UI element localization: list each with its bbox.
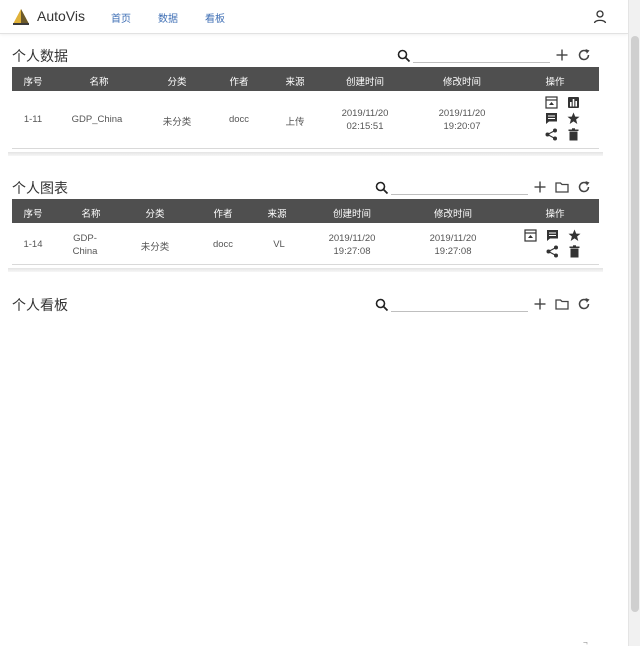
col-header: 修改时间 <box>433 209 472 220</box>
cell-category: 未分类 <box>140 242 170 253</box>
dashboard-section: 个人看板 <box>8 291 603 321</box>
col-header: 来源 <box>285 77 305 88</box>
dashboard-search-input[interactable] <box>391 298 528 312</box>
cell-created-date: 2019/11/20 <box>328 233 376 244</box>
col-header: 创建时间 <box>345 77 384 88</box>
star-icon[interactable] <box>567 112 580 125</box>
col-header: 操作 <box>545 77 565 88</box>
chart-search-input[interactable] <box>391 181 528 195</box>
refresh-icon[interactable] <box>577 297 591 311</box>
corner-mark: ¬ <box>583 638 588 646</box>
cell-created: 2019/11/20 19:27:08 <box>317 232 387 258</box>
col-header: 来源 <box>267 209 287 220</box>
page-scrollbar[interactable] <box>628 0 640 646</box>
star-icon[interactable] <box>568 229 581 242</box>
section-divider <box>8 152 603 156</box>
delete-icon[interactable] <box>567 128 580 141</box>
cell-name-line: China <box>72 246 98 257</box>
col-header: 名称 <box>89 77 109 88</box>
table-row[interactable]: 1-14 GDP- China 未分类 docc VL 2019/11/20 1… <box>12 223 599 265</box>
cell-created-time: 02:15:51 <box>346 121 384 132</box>
top-navbar: AutoVis 首页 数据 看板 <box>0 0 628 34</box>
cell-modified-time: 19:20:07 <box>443 121 481 132</box>
nav-dashboard[interactable]: 看板 <box>205 10 225 25</box>
share-icon[interactable] <box>545 128 558 141</box>
open-window-icon[interactable] <box>524 229 537 242</box>
data-section-title: 个人数据 <box>12 48 68 64</box>
cell-source: VL <box>273 239 285 250</box>
user-icon[interactable] <box>592 9 608 25</box>
col-header: 作者 <box>213 209 233 220</box>
refresh-icon[interactable] <box>577 48 591 62</box>
open-window-icon[interactable] <box>545 96 558 109</box>
col-header: 操作 <box>545 209 565 220</box>
col-header: 序号 <box>23 209 43 220</box>
delete-icon[interactable] <box>568 245 581 258</box>
chart-table-header: 序号 名称 分类 作者 来源 创建时间 修改时间 操作 <box>12 199 599 223</box>
cell-name[interactable]: GDP_China <box>62 114 132 125</box>
app-title[interactable]: AutoVis <box>37 8 85 24</box>
folder-icon[interactable] <box>555 297 569 311</box>
cell-modified: 2019/11/20 19:20:07 <box>427 107 497 133</box>
data-table-header: 序号 名称 分类 作者 来源 创建时间 修改时间 操作 <box>12 67 599 91</box>
col-header: 创建时间 <box>332 209 371 220</box>
add-icon[interactable] <box>533 297 547 311</box>
chart-section: 个人图表 序号 名称 分类 作者 来源 创建时间 修改时间 操作 1-14 GD… <box>8 174 603 274</box>
col-header: 分类 <box>145 209 165 220</box>
cell-name[interactable]: GDP- China <box>62 232 108 258</box>
comment-icon[interactable] <box>545 112 558 125</box>
cell-modified: 2019/11/20 19:27:08 <box>418 232 488 258</box>
col-header: 作者 <box>229 77 249 88</box>
search-icon[interactable] <box>375 181 389 195</box>
nav-home[interactable]: 首页 <box>111 10 131 25</box>
bar-chart-icon[interactable] <box>567 96 580 109</box>
dashboard-section-title: 个人看板 <box>12 297 68 313</box>
cell-created: 2019/11/20 02:15:51 <box>330 107 400 133</box>
cell-author: docc <box>212 239 234 250</box>
col-header: 序号 <box>23 77 43 88</box>
col-header: 名称 <box>81 209 101 220</box>
comment-icon[interactable] <box>546 229 559 242</box>
col-header: 分类 <box>167 77 187 88</box>
cell-created-date: 2019/11/20 <box>341 108 389 119</box>
cell-modified-date: 2019/11/20 <box>429 233 477 244</box>
refresh-icon[interactable] <box>577 180 591 194</box>
cell-source: 上传 <box>285 117 305 128</box>
cell-name-line: GDP- <box>73 233 97 244</box>
col-header: 修改时间 <box>442 77 481 88</box>
section-divider <box>8 268 603 272</box>
data-search-input[interactable] <box>413 49 550 63</box>
cell-modified-time: 19:27:08 <box>434 246 472 257</box>
scrollbar-thumb[interactable] <box>631 36 639 612</box>
chart-section-title: 个人图表 <box>12 180 68 196</box>
add-icon[interactable] <box>555 48 569 62</box>
search-icon[interactable] <box>375 298 389 312</box>
cell-id: 1-14 <box>23 239 43 250</box>
nav-data[interactable]: 数据 <box>158 10 178 25</box>
cell-id: 1-11 <box>23 114 43 125</box>
cell-modified-date: 2019/11/20 <box>438 108 486 119</box>
data-section: 个人数据 序号 名称 分类 作者 来源 创建时间 修改时间 操作 1-11 GD… <box>8 42 603 160</box>
cell-category: 未分类 <box>162 117 192 128</box>
add-icon[interactable] <box>533 180 547 194</box>
folder-icon[interactable] <box>555 180 569 194</box>
table-row[interactable]: 1-11 GDP_China 未分类 docc 上传 2019/11/20 02… <box>12 91 599 149</box>
pyramid-logo-icon[interactable] <box>12 8 30 26</box>
search-icon[interactable] <box>397 49 411 63</box>
share-icon[interactable] <box>546 245 559 258</box>
cell-created-time: 19:27:08 <box>333 246 371 257</box>
cell-author: docc <box>228 114 250 125</box>
